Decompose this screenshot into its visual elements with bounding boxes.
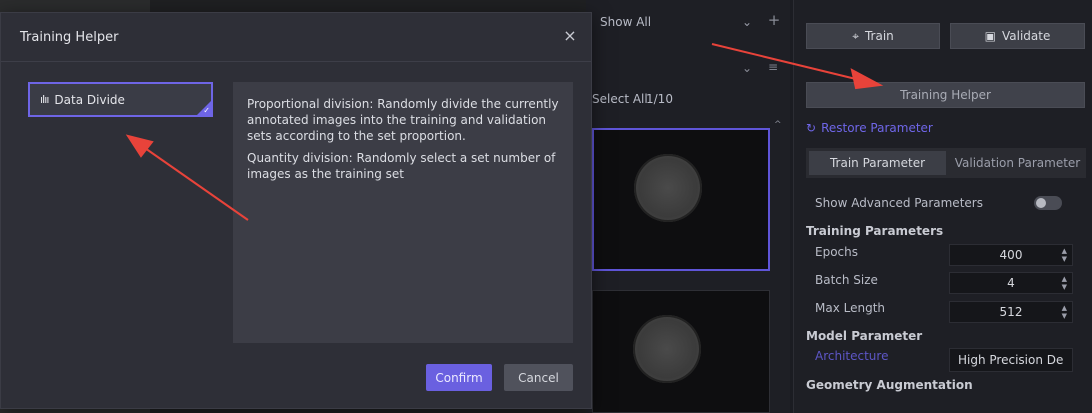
architecture-label: Architecture bbox=[815, 349, 889, 363]
chevron-down-icon: ⌄ bbox=[741, 61, 752, 75]
selection-count: 1/10 bbox=[646, 92, 673, 106]
clipboard-icon: ▣ bbox=[984, 29, 996, 43]
add-filter-icon[interactable]: + bbox=[766, 11, 782, 31]
architecture-select[interactable]: High Precision De bbox=[949, 348, 1073, 372]
filter-select-value: Show All bbox=[600, 15, 652, 29]
list-sort-icon[interactable]: ≡ bbox=[768, 60, 778, 74]
split-icon: ıIıı bbox=[40, 93, 49, 106]
check-icon: ✓ bbox=[203, 106, 210, 115]
method-description: Proportional division: Randomly divide t… bbox=[233, 82, 573, 343]
method-item-data-divide[interactable]: ıIıı Data Divide ✓ bbox=[28, 82, 213, 117]
train-button[interactable]: ⌖ Train bbox=[806, 23, 940, 49]
filter-select[interactable]: Show All ⌄ bbox=[592, 10, 760, 34]
cancel-button[interactable]: Cancel bbox=[504, 364, 573, 391]
sort-select[interactable]: ⌄ bbox=[592, 56, 760, 80]
stepper-arrows-icon[interactable]: ▲ ▼ bbox=[1062, 304, 1067, 320]
thumbnail-image bbox=[633, 315, 701, 383]
training-parameters-heading: Training Parameters bbox=[806, 224, 944, 238]
stepper-arrows-icon[interactable]: ▲ ▼ bbox=[1062, 275, 1067, 291]
image-thumbnail[interactable] bbox=[592, 128, 770, 271]
epochs-value: 400 bbox=[999, 248, 1023, 262]
batch-size-label: Batch Size bbox=[815, 273, 878, 287]
validate-button-label: Validate bbox=[1001, 29, 1051, 43]
method-item-label: Data Divide bbox=[54, 92, 125, 107]
thumbnail-scrollbar[interactable]: ^ bbox=[774, 120, 782, 270]
architecture-value: High Precision De bbox=[958, 353, 1064, 367]
description-proportional: Proportional division: Randomly divide t… bbox=[247, 97, 559, 143]
model-parameter-heading: Model Parameter bbox=[806, 329, 923, 343]
tab-train-parameter[interactable]: Train Parameter bbox=[809, 151, 946, 175]
close-icon[interactable]: × bbox=[561, 27, 579, 45]
refresh-icon: ↻ bbox=[806, 121, 817, 135]
chevron-down-icon: ⌄ bbox=[741, 15, 752, 29]
training-helper-button[interactable]: Training Helper bbox=[806, 82, 1085, 108]
max-length-value: 512 bbox=[999, 305, 1023, 319]
tab-validation-parameter[interactable]: Validation Parameter bbox=[949, 148, 1086, 178]
training-helper-button-label: Training Helper bbox=[900, 88, 991, 102]
epochs-label: Epochs bbox=[815, 245, 858, 259]
geometry-augmentation-heading: Geometry Augmentation bbox=[806, 378, 973, 392]
dialog-title: Training Helper bbox=[20, 30, 119, 45]
advanced-parameters-toggle[interactable] bbox=[1034, 196, 1062, 210]
image-thumbnail[interactable] bbox=[592, 290, 770, 413]
location-pin-icon: ⌖ bbox=[852, 28, 859, 43]
advanced-parameters-label: Show Advanced Parameters bbox=[815, 196, 983, 210]
description-quantity: Quantity division: Randomly select a set… bbox=[247, 151, 556, 181]
restore-parameter-link[interactable]: ↻ Restore Parameter bbox=[806, 121, 933, 135]
validate-button[interactable]: ▣ Validate bbox=[950, 23, 1085, 49]
restore-parameter-label: Restore Parameter bbox=[821, 121, 933, 135]
select-all-checkbox-label[interactable]: Select All bbox=[592, 92, 648, 106]
max-length-stepper[interactable]: 512 ▲ ▼ bbox=[949, 301, 1073, 323]
stepper-arrows-icon[interactable]: ▲ ▼ bbox=[1062, 247, 1067, 263]
confirm-button[interactable]: Confirm bbox=[426, 364, 492, 391]
epochs-stepper[interactable]: 400 ▲ ▼ bbox=[949, 244, 1073, 266]
max-length-label: Max Length bbox=[815, 301, 886, 315]
thumbnail-image bbox=[634, 154, 702, 222]
training-helper-dialog: Training Helper × ıIıı Data Divide ✓ Pro… bbox=[0, 12, 592, 409]
dialog-header: Training Helper × bbox=[1, 13, 591, 62]
batch-size-value: 4 bbox=[1007, 276, 1015, 290]
batch-size-stepper[interactable]: 4 ▲ ▼ bbox=[949, 272, 1073, 294]
parameter-tabs: Train Parameter Validation Parameter bbox=[806, 148, 1086, 178]
train-button-label: Train bbox=[864, 29, 894, 43]
